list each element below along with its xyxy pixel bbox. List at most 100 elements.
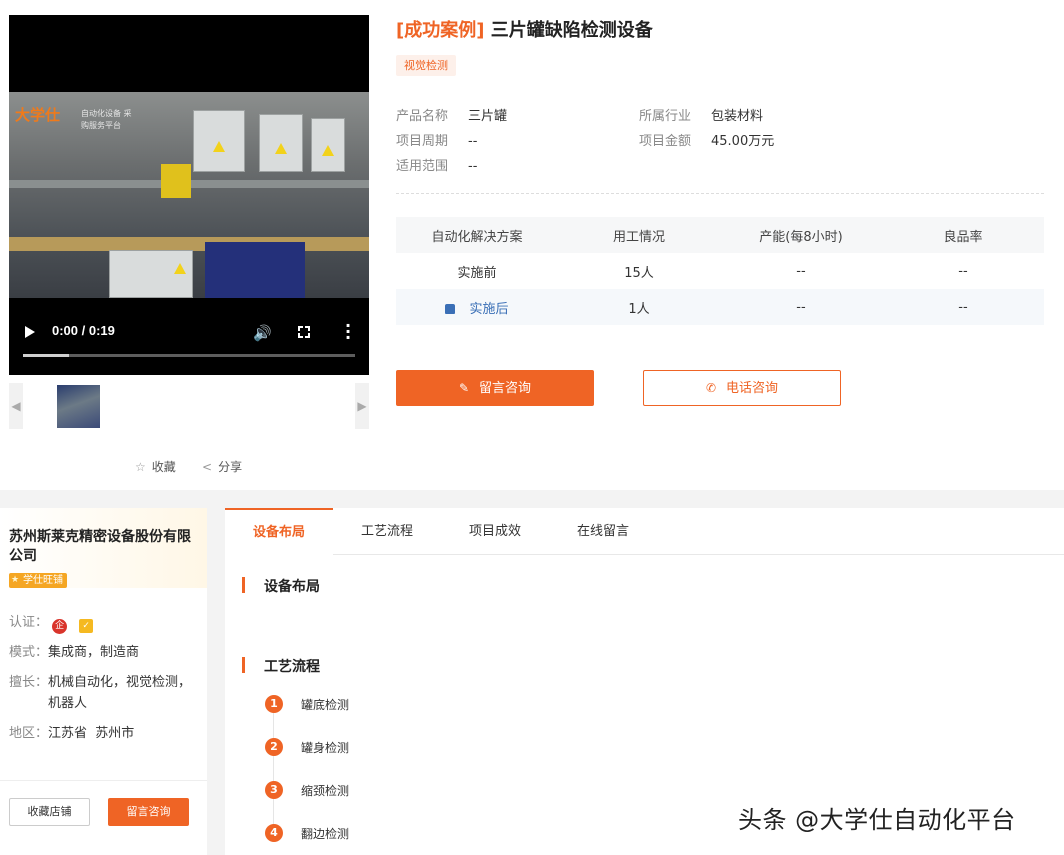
- tab-layout[interactable]: 设备布局: [225, 508, 333, 555]
- category-badge[interactable]: 视觉检测: [396, 55, 456, 76]
- table-header-cell: 用工情况: [612, 229, 665, 245]
- video-conveyor: [9, 237, 369, 251]
- video-time: 0:00 / 0:19: [52, 323, 115, 338]
- thumbnail-strip: ◀ ▶: [9, 383, 369, 429]
- company-sidebar: 苏州斯莱克精密设备股份有限公司 学仕旺铺 认证： 企 ✓ 模式：集成商，制造商 擅…: [0, 508, 207, 855]
- comparison-table: 自动化解决方案 用工情况 产能(每8小时) 良品率 实施前 15人 -- -- …: [396, 217, 1044, 325]
- table-header-cell: 产能(每8小时): [759, 229, 843, 245]
- meta-key: 项目金额: [639, 134, 692, 149]
- sidebar-message-button[interactable]: 留言咨询: [108, 798, 189, 826]
- meta-key: 产品名称: [396, 109, 449, 124]
- share-icon: <: [202, 460, 213, 474]
- step-label: 翻边检测: [301, 827, 350, 841]
- share-button[interactable]: < 分享: [202, 458, 242, 475]
- meta-value: 45.00万元: [711, 134, 775, 149]
- video-player[interactable]: 大学仕 自动化设备 采购服务平台 0:00 / 0:19 🔊 · · ·: [9, 15, 369, 375]
- table-cell: 1人: [628, 301, 650, 317]
- fullscreen-icon[interactable]: [297, 325, 311, 339]
- meta-key: 项目周期: [396, 134, 449, 149]
- phone-button[interactable]: ✆ 电话咨询: [643, 370, 841, 406]
- table-cell: 15人: [624, 265, 654, 281]
- video-cabinet: [259, 114, 303, 172]
- case-tag: [成功案例]: [396, 20, 485, 41]
- step-connector: [273, 713, 274, 833]
- shop-badge: 学仕旺铺: [9, 573, 67, 588]
- favorite-label: 收藏: [151, 460, 176, 474]
- meta-value: --: [468, 159, 478, 174]
- video-cabinet: [109, 250, 193, 298]
- table-row: 实施前 15人 -- --: [396, 253, 1044, 289]
- meta-value: 包装材料: [711, 109, 764, 124]
- enterprise-cert-icon: 企: [52, 619, 68, 634]
- tab-process[interactable]: 工艺流程: [333, 508, 441, 555]
- region-value: 江苏省 苏州市: [48, 726, 135, 741]
- favorite-button[interactable]: ☆ 收藏: [135, 458, 176, 475]
- thumb-next-icon[interactable]: ▶: [355, 383, 369, 429]
- video-progress-fill: [23, 354, 70, 357]
- mode-value: 集成商，制造商: [48, 645, 140, 660]
- table-header: 自动化解决方案 用工情况 产能(每8小时) 良品率: [396, 217, 1044, 253]
- video-thumbnail[interactable]: [57, 385, 100, 428]
- play-icon[interactable]: [25, 326, 35, 338]
- step-number: 2: [265, 738, 283, 756]
- table-cell: --: [958, 299, 968, 315]
- expertise-row: 擅长： 机械自动化，视觉检测，机器人: [9, 672, 199, 714]
- process-section-title: 工艺流程: [242, 656, 320, 676]
- meta-scope: 适用范围 --: [396, 155, 477, 174]
- table-cell: --: [796, 263, 806, 279]
- region-row: 地区：江苏省 苏州市: [9, 723, 199, 744]
- step-number: 3: [265, 781, 283, 799]
- verified-cert-icon: ✓: [79, 619, 94, 633]
- phone-button-label: 电话咨询: [726, 381, 779, 396]
- company-name[interactable]: 苏州斯莱克精密设备股份有限公司: [9, 528, 199, 566]
- thumbs-up-icon: [445, 303, 456, 314]
- more-options-icon[interactable]: · · ·: [345, 318, 351, 346]
- message-button[interactable]: ✎ 留言咨询: [396, 370, 594, 406]
- meta-value: --: [468, 134, 478, 149]
- step-number: 4: [265, 824, 283, 842]
- step-label: 罐底检测: [301, 698, 350, 712]
- cert-row: 认证： 企 ✓: [9, 612, 199, 634]
- meta-key: 适用范围: [396, 159, 449, 174]
- video-progress-bar[interactable]: [23, 354, 355, 357]
- table-header-cell: 自动化解决方案: [431, 229, 523, 245]
- video-controls: 0:00 / 0:19 🔊 · · ·: [9, 315, 369, 357]
- table-cell: --: [958, 263, 968, 279]
- watermark: 头条 @大学仕自动化平台: [738, 806, 1016, 834]
- follow-shop-button[interactable]: 收藏店铺: [9, 798, 90, 826]
- product-title: [成功案例] 三片罐缺陷检测设备: [396, 16, 653, 42]
- cert-key: 认证：: [9, 615, 49, 630]
- video-logo: 大学仕: [15, 106, 61, 124]
- divider: [396, 193, 1044, 194]
- detail-tabs: 设备布局 工艺流程 项目成效 在线留言: [225, 508, 1064, 555]
- mode-key: 模式：: [9, 645, 49, 660]
- meta-product-name: 产品名称 三片罐: [396, 105, 507, 124]
- video-cabinet: [311, 118, 345, 172]
- product-name: 三片罐缺陷检测设备: [490, 20, 653, 41]
- step-label: 缩颈检测: [301, 784, 350, 798]
- tab-results[interactable]: 项目成效: [441, 508, 549, 555]
- expertise-value: 机械自动化，视觉检测，机器人: [48, 675, 192, 711]
- meta-value: 三片罐: [468, 109, 508, 124]
- step-number: 1: [265, 695, 283, 713]
- star-icon: ☆: [135, 460, 146, 474]
- video-cabinet: [193, 110, 245, 172]
- meta-industry: 所属行业 包装材料: [639, 105, 763, 124]
- meta-amount: 项目金额 45.00万元: [639, 130, 774, 149]
- table-cell: 实施前: [457, 265, 497, 281]
- share-label: 分享: [218, 460, 243, 474]
- phone-icon: ✆: [705, 381, 717, 395]
- video-crate: [205, 242, 305, 298]
- mode-row: 模式：集成商，制造商: [9, 642, 199, 663]
- video-logo-sub: 自动化设备 采购服务平台: [81, 109, 132, 130]
- volume-icon[interactable]: 🔊: [253, 324, 272, 342]
- table-header-cell: 良品率: [943, 229, 983, 245]
- sidebar-divider: [0, 780, 207, 781]
- message-button-label: 留言咨询: [479, 381, 532, 396]
- region-key: 地区：: [9, 726, 49, 741]
- thumb-prev-icon[interactable]: ◀: [9, 383, 23, 429]
- meta-period: 项目周期 --: [396, 130, 477, 149]
- tab-messages[interactable]: 在线留言: [549, 508, 657, 555]
- video-yellow-box: [161, 164, 191, 198]
- meta-key: 所属行业: [639, 109, 692, 124]
